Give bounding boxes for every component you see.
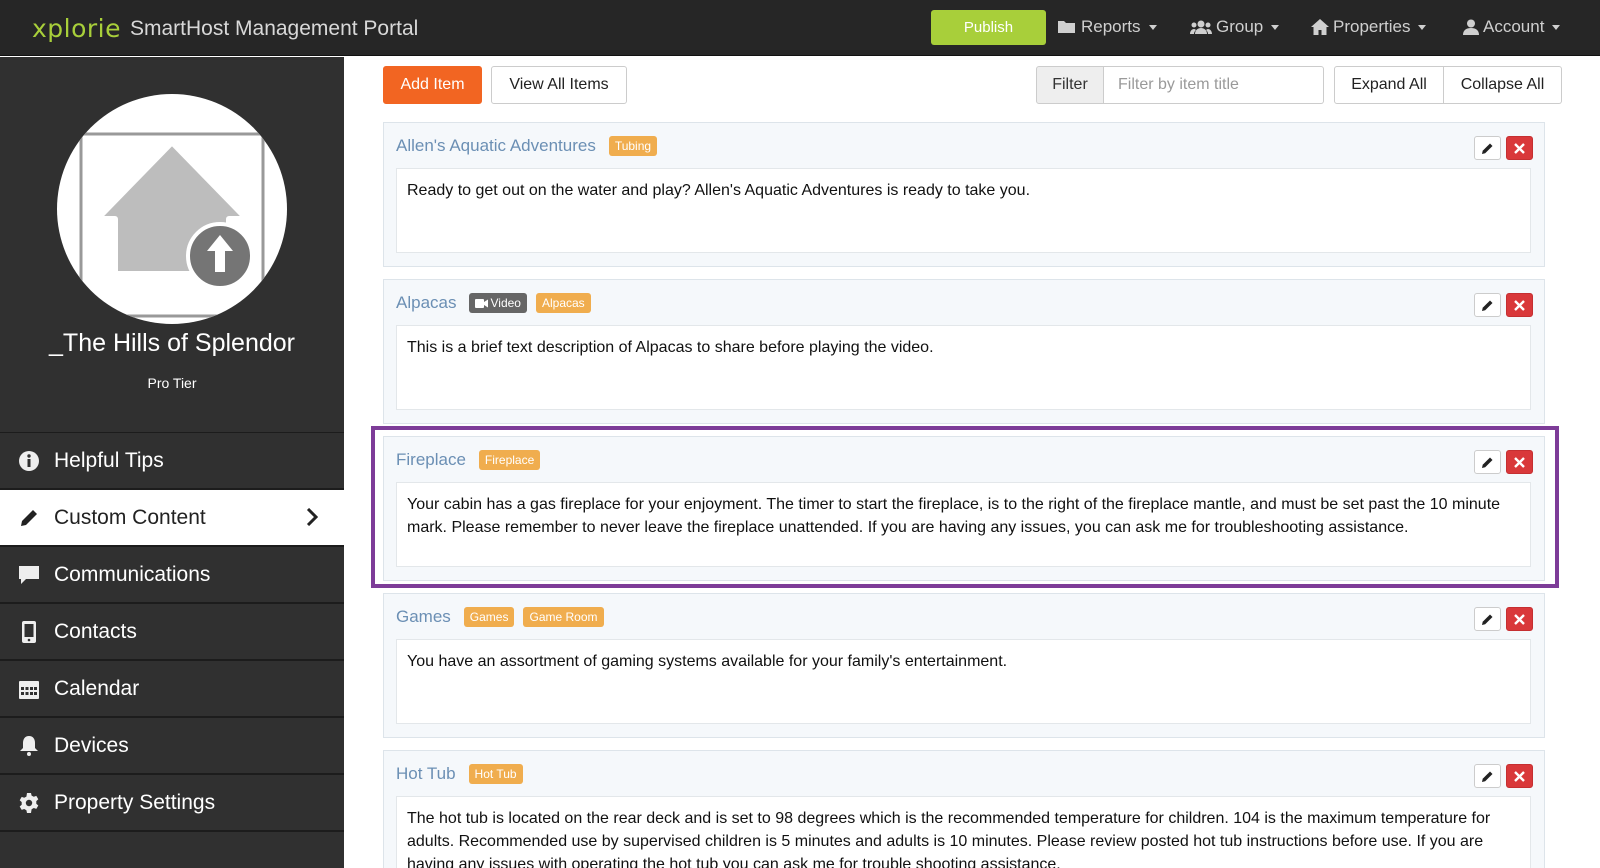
chevron-right-icon [306,508,318,526]
item-title[interactable]: Hot Tub [396,764,456,784]
add-item-button[interactable]: Add Item [383,66,482,104]
sidebar-item-label: Devices [54,733,129,757]
pencil-icon [18,507,40,529]
properties-label: Properties [1333,17,1411,36]
content-item-panel: Hot Tub Hot Tub The hot tub is located o… [383,750,1545,868]
item-title[interactable]: Games [396,607,451,627]
gear-icon [18,792,40,814]
home-icon [1311,19,1329,35]
view-all-items-button[interactable]: View All Items [491,66,627,104]
sidebar-item-label: Calendar [54,676,140,700]
item-description: This is a brief text description of Alpa… [396,325,1531,410]
collapse-all-button[interactable]: Collapse All [1444,66,1562,104]
close-icon [1514,770,1525,782]
filter-label: Filter [1036,66,1104,104]
users-icon [1190,20,1212,34]
video-tag: Video [469,293,527,313]
properties-menu[interactable]: Properties [1311,17,1427,37]
info-icon [18,450,40,472]
pencil-icon [1482,614,1493,625]
publish-button[interactable]: Publish [931,10,1046,45]
bell-icon [18,735,40,757]
item-description: The hot tub is located on the rear deck … [396,796,1531,868]
edit-button[interactable] [1474,136,1501,160]
calendar-icon [18,678,40,700]
brand-logo[interactable]: xplorie [32,14,121,43]
item-tag: Alpacas [535,293,591,313]
sidebar-item-custom-content[interactable]: Custom Content [0,490,344,547]
sidebar-item-calendar[interactable]: Calendar [0,661,344,718]
sidebar: _The Hills of Splendor Pro Tier Helpful … [0,57,344,868]
sidebar-item-helpful-tips[interactable]: Helpful Tips [0,433,344,490]
expand-all-button[interactable]: Expand All [1334,66,1444,104]
close-icon [1514,299,1525,311]
user-icon [1463,19,1479,35]
item-tag: Game Room [523,607,604,627]
edit-button[interactable] [1474,293,1501,317]
delete-button[interactable] [1506,136,1533,160]
delete-button[interactable] [1506,607,1533,631]
account-label: Account [1483,17,1545,36]
edit-button[interactable] [1474,607,1501,631]
sidebar-item-label: Helpful Tips [54,448,164,472]
chevron-down-icon [1148,24,1157,30]
reports-label: Reports [1081,17,1141,36]
pencil-icon [1482,771,1493,782]
account-menu[interactable]: Account [1463,17,1561,37]
property-avatar[interactable] [57,94,287,324]
filter-group: Filter [1036,66,1324,104]
item-title[interactable]: Alpacas [396,293,456,313]
panel-header: Games Games Game Room [396,607,613,627]
item-tag: Tubing [608,136,658,156]
chevron-down-icon [1271,24,1280,30]
filter-input[interactable] [1104,66,1324,104]
portal-title: SmartHost Management Portal [130,17,419,40]
content-item-panel: Games Games Game Room You have an assort… [383,593,1545,738]
top-navbar: xplorie SmartHost Management Portal Publ… [0,0,1600,56]
sidebar-item-communications[interactable]: Communications [0,547,344,604]
delete-button[interactable] [1506,293,1533,317]
sidebar-item-property-settings[interactable]: Property Settings [0,775,344,832]
phone-icon [18,620,40,643]
item-tag: Games [463,607,515,627]
selection-highlight [371,426,1559,588]
pencil-icon [1482,300,1493,311]
item-title[interactable]: Allen's Aquatic Adventures [396,136,596,156]
folder-icon [1058,21,1075,33]
close-icon [1514,142,1525,154]
chat-icon [18,564,40,586]
video-tag-label: Video [490,296,521,310]
expand-collapse-group: Expand All Collapse All [1334,66,1562,104]
house-upload-icon [79,132,265,318]
item-description: Ready to get out on the water and play? … [396,168,1531,253]
sidebar-item-label: Communications [54,562,211,586]
video-camera-icon [475,298,489,308]
chevron-down-icon [1418,24,1427,30]
content-item-panel: Allen's Aquatic Adventures Tubing Ready … [383,122,1545,267]
panel-header: Allen's Aquatic Adventures Tubing [396,136,666,156]
group-menu[interactable]: Group [1190,17,1280,37]
edit-button[interactable] [1474,764,1501,788]
panel-header: Alpacas Video Alpacas [396,293,600,313]
property-tier: Pro Tier [147,375,197,391]
panel-header: Hot Tub Hot Tub [396,764,532,784]
sidebar-menu: Helpful Tips Custom Content Communicatio… [0,432,344,832]
sidebar-item-contacts[interactable]: Contacts [0,604,344,661]
sidebar-item-label: Contacts [54,619,137,643]
sidebar-item-devices[interactable]: Devices [0,718,344,775]
item-tag: Hot Tub [468,764,523,784]
close-icon [1514,613,1525,625]
group-label: Group [1216,17,1264,36]
delete-button[interactable] [1506,764,1533,788]
sidebar-item-label: Property Settings [54,790,216,814]
property-name: _The Hills of Splendor [49,329,295,357]
item-description: You have an assortment of gaming systems… [396,639,1531,724]
reports-menu[interactable]: Reports [1057,17,1157,37]
pencil-icon [1482,143,1493,154]
chevron-down-icon [1552,24,1561,30]
content-item-panel: Alpacas Video Alpacas This is a brief te… [383,279,1545,424]
sidebar-item-label: Custom Content [54,505,206,529]
